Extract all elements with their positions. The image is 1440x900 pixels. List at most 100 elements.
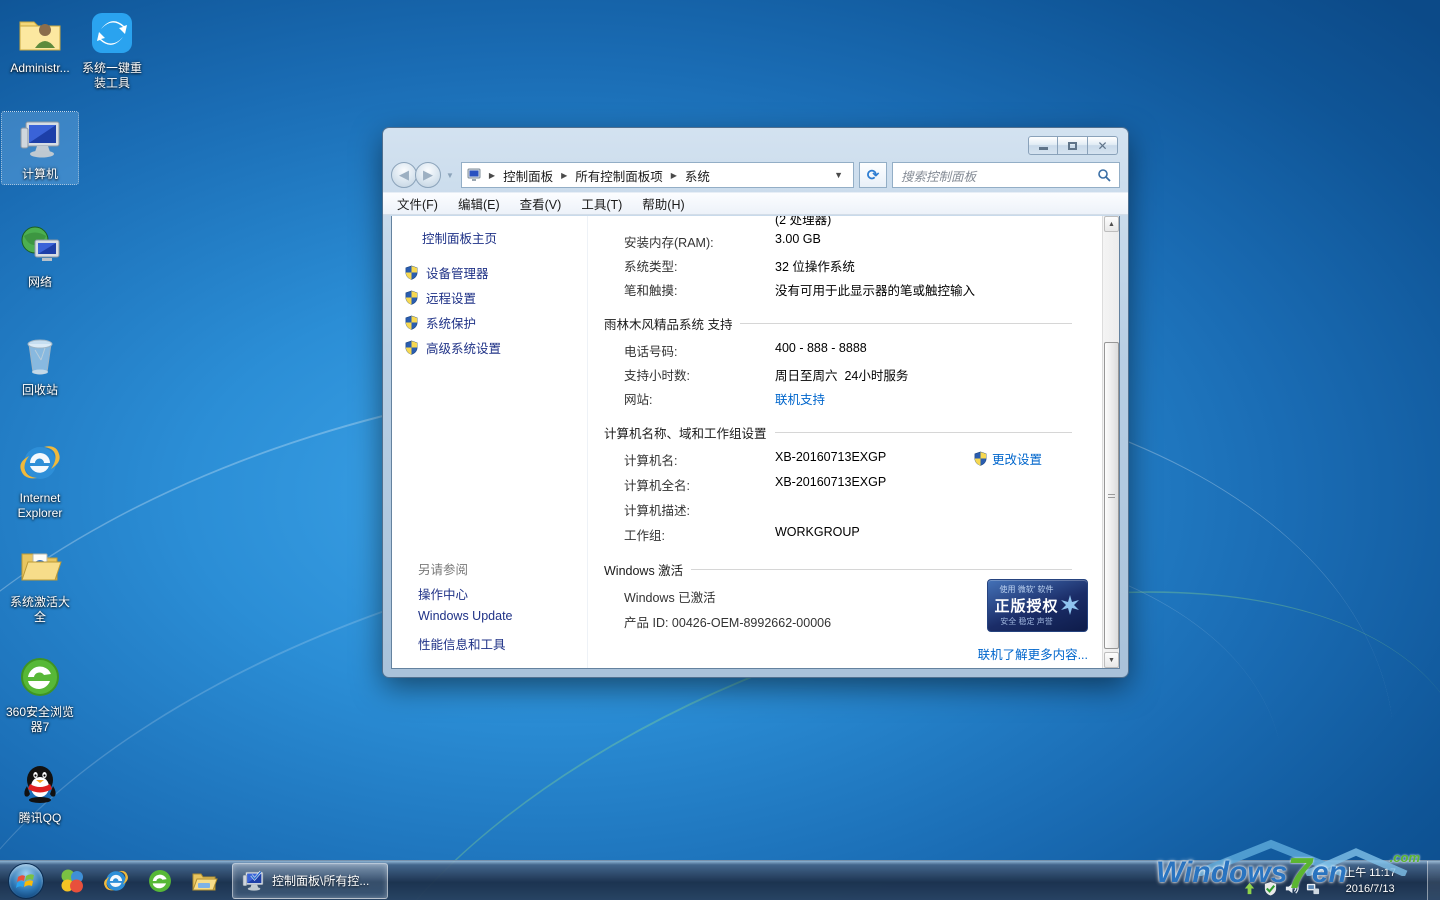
minimize-button[interactable]: [1028, 136, 1058, 155]
maximize-button[interactable]: [1058, 136, 1088, 155]
desktop-icon-reinstall-tool[interactable]: 系统一键重 装工具: [74, 8, 150, 91]
sidebar-item-advanced-settings[interactable]: 高级系统设置: [404, 338, 501, 357]
scrollbar-thumb[interactable]: [1104, 342, 1119, 649]
history-dropdown-icon[interactable]: ▼: [446, 171, 454, 180]
computer-name-value: XB-20160713EXGP: [775, 450, 887, 464]
uac-shield-icon: [405, 315, 418, 330]
taskbar: 控制面板\所有控... 上午 11:17 2016/7/13: [0, 860, 1440, 900]
desktop-icon-qq[interactable]: 腾讯QQ: [2, 758, 78, 826]
desktop-icon-activation-folder[interactable]: 系统激活大 全: [2, 542, 78, 625]
taskbar-clock[interactable]: 上午 11:17 2016/7/13: [1344, 865, 1396, 897]
taskbar-ie-button[interactable]: [94, 862, 138, 900]
uac-shield-icon: [405, 290, 418, 305]
breadcrumb-separator-icon: ▶: [488, 170, 496, 180]
back-icon: ◀: [399, 167, 409, 182]
sidebar-item-action-center[interactable]: 操作中心: [418, 584, 468, 603]
uac-shield-icon: [405, 340, 418, 355]
scroll-down-button[interactable]: ▼: [1104, 652, 1119, 668]
forward-icon: ▶: [423, 167, 433, 182]
refresh-button[interactable]: ⟳: [859, 162, 887, 188]
taskbar-360-browser-button[interactable]: [138, 862, 182, 900]
window-titlebar[interactable]: ✕: [383, 128, 1128, 158]
search-box[interactable]: 搜索控制面板: [892, 162, 1120, 188]
support-section-title: 雨林木风精品系统 支持: [604, 318, 733, 332]
desktop-icon-administrator[interactable]: Administr...: [2, 8, 78, 76]
sidebar-item-windows-update[interactable]: Windows Update: [418, 609, 513, 623]
system-info-pane: (2 处理器) 安装内存(RAM): 3.00 GB 系统类型: 32 位操作系…: [588, 216, 1102, 668]
activation-status: Windows 已激活: [624, 591, 716, 605]
breadcrumb-system[interactable]: 系统: [682, 164, 713, 187]
pen-touch-label: 笔和触摸:: [624, 284, 678, 298]
menu-edit[interactable]: 编辑(E): [448, 192, 510, 215]
sidebar-item-device-manager[interactable]: 设备管理器: [404, 263, 489, 282]
phone-label: 电话号码:: [624, 345, 678, 359]
desktop-icon-360-browser[interactable]: 360安全浏览 器7: [2, 652, 78, 735]
close-button[interactable]: ✕: [1088, 136, 1118, 155]
ie-icon: [104, 870, 128, 891]
back-button[interactable]: ◀: [391, 162, 417, 188]
tray-volume-icon[interactable]: [1284, 881, 1299, 896]
genuine-microsoft-badge[interactable]: 使用 微软’ 软件 正版授权 安全 稳定 声誉: [987, 579, 1088, 632]
desktop-icon-label: Administr...: [10, 61, 70, 75]
recycle-bin-icon: [15, 330, 65, 380]
system-type-label: 系统类型:: [624, 260, 678, 274]
menu-file[interactable]: 文件(F): [387, 192, 448, 215]
learn-more-online-link[interactable]: 联机了解更多内容...: [978, 644, 1088, 663]
forward-button[interactable]: ▶: [415, 162, 441, 188]
section-divider: [774, 432, 1072, 433]
section-divider: [740, 323, 1072, 324]
360-browser-icon: [15, 652, 65, 702]
desktop-icon-label: 回收站: [21, 383, 58, 397]
desktop-icon-recycle-bin[interactable]: 回收站: [2, 330, 78, 398]
taskbar-explorer-button[interactable]: [182, 862, 226, 900]
product-id: 产品 ID: 00426-OEM-8992662-00006: [624, 616, 832, 630]
start-button[interactable]: [8, 862, 44, 899]
badge-line2: 正版授权: [994, 598, 1059, 615]
control-panel-window-icon: [242, 870, 264, 891]
tray-action-center-icon[interactable]: [1263, 881, 1278, 896]
sidebar-item-system-protection[interactable]: 系统保护: [404, 313, 476, 332]
change-settings-label: 更改设置: [992, 453, 1043, 467]
computer-description-label: 计算机描述:: [624, 504, 690, 518]
minimize-icon: [1038, 147, 1048, 150]
tray-network-icon[interactable]: [1305, 881, 1320, 896]
tray-updater-icon[interactable]: [1242, 881, 1257, 896]
scroll-up-icon: ▲: [1108, 220, 1115, 228]
menu-view[interactable]: 查看(V): [510, 192, 572, 215]
address-dropdown-icon[interactable]: ▼: [828, 170, 849, 180]
menu-tools[interactable]: 工具(T): [571, 192, 632, 215]
taskbar-active-window-button[interactable]: 控制面板\所有控...: [232, 862, 388, 899]
address-bar[interactable]: ▶ 控制面板 ▶ 所有控制面板项 ▶ 系统 ▼: [460, 162, 854, 188]
scroll-up-button[interactable]: ▲: [1104, 216, 1119, 232]
sidebar-item-performance-tools[interactable]: 性能信息和工具: [418, 634, 506, 653]
computer-icon: [15, 114, 65, 164]
ram-label: 安装内存(RAM):: [624, 236, 714, 250]
taskbar-software-manager-button[interactable]: [50, 862, 94, 900]
change-settings-link[interactable]: 更改设置: [973, 449, 1042, 468]
sidebar-item-control-panel-home[interactable]: 控制面板主页: [422, 228, 497, 247]
online-support-link[interactable]: 联机支持: [775, 389, 825, 408]
pen-touch-value: 没有可用于此显示器的笔或触控输入: [775, 284, 976, 298]
window-content: 控制面板主页 设备管理器 远程设置 系统保护 高级系统设置 另请参阅 操作中心 …: [391, 216, 1120, 669]
desktop-icon-internet-explorer[interactable]: Internet Explorer: [2, 438, 78, 521]
breadcrumb-all-items[interactable]: 所有控制面板项: [572, 164, 666, 187]
badge-line1: 使用 微软’ 软件: [999, 585, 1054, 594]
system-tray: [1242, 881, 1320, 896]
vertical-scrollbar[interactable]: ▲ ▼: [1102, 216, 1119, 668]
explorer-folder-icon: [192, 873, 218, 890]
desktop-icon-label: 网络: [27, 275, 52, 289]
windows-flag-icon: [16, 873, 34, 888]
desktop-icon-network[interactable]: 网络: [2, 222, 78, 290]
desktop-icon-label: 系统一键重 装工具: [81, 61, 142, 90]
computer-name-label: 计算机名:: [624, 454, 678, 468]
activation-folder-icon: [15, 542, 65, 592]
menu-help[interactable]: 帮助(H): [632, 192, 694, 215]
search-icon[interactable]: [1097, 168, 1111, 182]
sidebar-item-remote-settings[interactable]: 远程设置: [404, 288, 476, 307]
breadcrumb-control-panel[interactable]: 控制面板: [500, 164, 556, 187]
360-browser-icon: [149, 869, 171, 892]
sidebar-item-label: 系统保护: [426, 317, 477, 331]
desktop-icon-computer[interactable]: 计算机: [1, 111, 79, 185]
show-desktop-button[interactable]: [1427, 861, 1440, 900]
scroll-down-icon: ▼: [1108, 656, 1115, 664]
